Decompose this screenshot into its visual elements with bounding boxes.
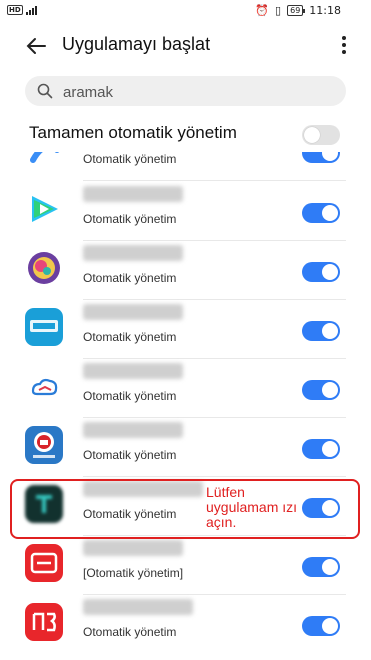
app-toggle-switch[interactable] [302, 439, 340, 459]
app-status-label: Otomatik yönetim [83, 448, 177, 462]
vibrate-icon: ▯ [275, 4, 282, 17]
clock: 11:18 [309, 4, 341, 17]
blurred-app-name [83, 422, 183, 438]
annotation-note: Lütfen uygulamam ızı açın. [206, 484, 298, 530]
list-item[interactable]: Otomatik yönetim [0, 182, 371, 241]
railway-12306-icon [25, 426, 63, 464]
list-item[interactable]: Otomatik yönetim [0, 300, 371, 359]
search-bar[interactable] [25, 76, 346, 106]
list-item[interactable]: [Otomatik yönetim] [0, 536, 371, 595]
blurred-app-name [83, 599, 193, 615]
hd-badge: HD [7, 5, 23, 15]
master-toggle-row: Tamamen otomatik yönetim [0, 118, 371, 152]
highlight-box [10, 479, 360, 539]
app-status-label: Otomatik yönetim [83, 212, 177, 226]
alarm-icon: ⏰ [255, 4, 270, 17]
youdao-dictionary-icon [25, 544, 63, 582]
cloud-app-icon [25, 367, 63, 405]
list-item[interactable]: Otomatik yönetim [0, 359, 371, 418]
blurred-app-name [83, 540, 183, 556]
list-item[interactable]: Otomatik yönetim [0, 418, 371, 477]
master-toggle-switch[interactable] [302, 125, 340, 145]
battery-icon: 69 [287, 5, 306, 16]
netease-mail-icon [25, 603, 63, 641]
app-toggle-switch[interactable] [302, 321, 340, 341]
signal-indicators: HD [7, 5, 37, 15]
status-bar: HD ⏰ ▯ 69 11:18 [0, 0, 371, 22]
search-icon [37, 83, 53, 99]
search-input[interactable] [61, 80, 335, 104]
app-toggle-switch[interactable] [302, 152, 340, 163]
blurred-app-name [83, 186, 183, 202]
app-status-label: [Otomatik yönetim] [83, 566, 184, 580]
app-list: Otomatik yönetim Otomatik yönetim Otomat… [0, 152, 371, 660]
signal-strength-icon [25, 5, 37, 15]
tianfutong-icon [25, 308, 63, 346]
app-toggle-switch[interactable] [302, 557, 340, 577]
list-item[interactable]: Otomatik yönetim [0, 152, 371, 181]
app-toggle-switch[interactable] [302, 262, 340, 282]
app-status-label: Otomatik yönetim [83, 152, 177, 166]
app-status-label: Otomatik yönetim [83, 625, 177, 639]
app-toggle-switch[interactable] [302, 616, 340, 636]
app-bar: Uygulamayı başlat [0, 28, 371, 64]
status-right: ⏰ ▯ 69 11:18 [255, 4, 341, 17]
blurred-app-name [83, 245, 183, 261]
back-arrow-icon[interactable] [24, 34, 48, 58]
app-status-label: Otomatik yönetim [83, 330, 177, 344]
blurred-app-name [83, 363, 183, 379]
page-title: Uygulamayı başlat [62, 34, 211, 54]
blurred-app-name [83, 304, 183, 320]
app-status-label: Otomatik yönetim [83, 271, 177, 285]
app-toggle-switch[interactable] [302, 203, 340, 223]
app-toggle-switch[interactable] [302, 380, 340, 400]
tencent-video-icon [25, 190, 63, 228]
list-item[interactable]: Otomatik yönetim [0, 241, 371, 300]
colorful-circle-app-icon [25, 249, 63, 287]
master-toggle-label: Tamamen otomatik yönetim [29, 123, 237, 142]
more-options-icon[interactable] [341, 36, 347, 56]
app-status-label: Otomatik yönetim [83, 389, 177, 403]
list-item[interactable]: Otomatik yönetim [0, 595, 371, 654]
divider [83, 180, 346, 181]
blue-app-icon [25, 152, 63, 168]
